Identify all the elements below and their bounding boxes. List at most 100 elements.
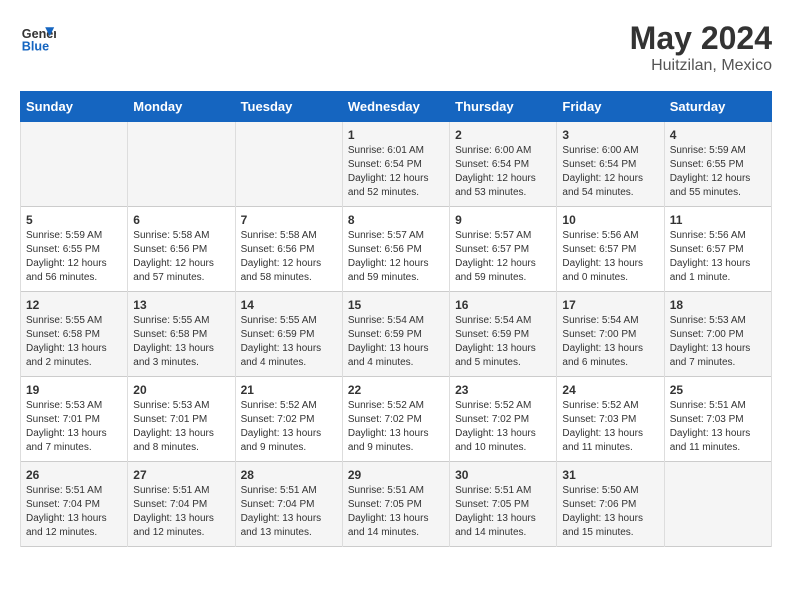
calendar-cell: 26 Sunrise: 5:51 AM Sunset: 7:04 PM Dayli…	[21, 462, 128, 547]
day-content: Sunrise: 5:52 AM Sunset: 7:02 PM Dayligh…	[241, 399, 337, 455]
day-number: 22	[348, 383, 444, 397]
day-number: 11	[670, 213, 766, 227]
day-number: 8	[348, 213, 444, 227]
day-number: 31	[562, 468, 658, 482]
calendar-cell: 3 Sunrise: 6:00 AM Sunset: 6:54 PM Daylig…	[557, 122, 664, 207]
calendar-cell: 15Sunrise: 5:54 AM Sunset: 6:59 PM Dayli…	[342, 292, 449, 377]
day-content: Sunrise: 5:58 AM Sunset: 6:56 PM Dayligh…	[241, 229, 337, 285]
day-content: Sunrise: 5:59 AM Sunset: 6:55 PM Dayligh…	[670, 144, 766, 200]
day-content: Sunrise: 5:51 AM Sunset: 7:04 PM Dayligh…	[241, 484, 337, 540]
day-content: Sunrise: 5:53 AM Sunset: 7:01 PM Dayligh…	[26, 399, 122, 455]
day-number: 17	[562, 298, 658, 312]
day-content: Sunrise: 5:54 AM Sunset: 6:59 PM Dayligh…	[455, 314, 551, 370]
calendar-cell: 27 Sunrise: 5:51 AM Sunset: 7:04 PM Dayli…	[128, 462, 235, 547]
day-content: Sunrise: 5:54 AM Sunset: 7:00 PM Dayligh…	[562, 314, 658, 370]
title-block: May 2024 Huitzilan, Mexico	[630, 20, 772, 75]
calendar-cell: 14Sunrise: 5:55 AM Sunset: 6:59 PM Dayli…	[235, 292, 342, 377]
calendar-cell: 19 Sunrise: 5:53 AM Sunset: 7:01 PM Dayli…	[21, 377, 128, 462]
calendar-cell: 24 Sunrise: 5:52 AM Sunset: 7:03 PM Dayli…	[557, 377, 664, 462]
day-number: 20	[133, 383, 229, 397]
calendar-cell: 22Sunrise: 5:52 AM Sunset: 7:02 PM Dayli…	[342, 377, 449, 462]
logo: General Blue	[20, 20, 56, 56]
day-header-sunday: Sunday	[21, 92, 128, 122]
calendar-cell: 29 Sunrise: 5:51 AM Sunset: 7:05 PM Dayli…	[342, 462, 449, 547]
day-content: Sunrise: 5:51 AM Sunset: 7:05 PM Dayligh…	[455, 484, 551, 540]
calendar-week-3: 12 Sunrise: 5:55 AM Sunset: 6:58 PM Dayli…	[21, 292, 772, 377]
page-header: General Blue May 2024 Huitzilan, Mexico	[20, 20, 772, 75]
calendar-cell: 28 Sunrise: 5:51 AM Sunset: 7:04 PM Dayli…	[235, 462, 342, 547]
calendar-header: SundayMondayTuesdayWednesdayThursdayFrid…	[21, 92, 772, 122]
day-number: 5	[26, 213, 122, 227]
calendar-cell: 10Sunrise: 5:56 AM Sunset: 6:57 PM Dayli…	[557, 207, 664, 292]
day-number: 12	[26, 298, 122, 312]
main-title: May 2024	[630, 20, 772, 57]
subtitle: Huitzilan, Mexico	[630, 57, 772, 75]
day-header-wednesday: Wednesday	[342, 92, 449, 122]
calendar-cell: 7Sunrise: 5:58 AM Sunset: 6:56 PM Daylig…	[235, 207, 342, 292]
day-number: 26	[26, 468, 122, 482]
calendar-cell: 6Sunrise: 5:58 AM Sunset: 6:56 PM Daylig…	[128, 207, 235, 292]
day-number: 29	[348, 468, 444, 482]
logo-icon: General Blue	[20, 20, 56, 56]
calendar-cell: 16 Sunrise: 5:54 AM Sunset: 6:59 PM Dayli…	[450, 292, 557, 377]
calendar-cell: 1 Sunrise: 6:01 AM Sunset: 6:54 PM Daylig…	[342, 122, 449, 207]
calendar-cell: 2 Sunrise: 6:00 AM Sunset: 6:54 PM Daylig…	[450, 122, 557, 207]
day-content: Sunrise: 5:57 AM Sunset: 6:56 PM Dayligh…	[348, 229, 444, 285]
day-content: Sunrise: 5:51 AM Sunset: 7:03 PM Dayligh…	[670, 399, 766, 455]
day-content: Sunrise: 5:55 AM Sunset: 6:58 PM Dayligh…	[133, 314, 229, 370]
calendar-week-4: 19 Sunrise: 5:53 AM Sunset: 7:01 PM Dayli…	[21, 377, 772, 462]
calendar-cell: 11 Sunrise: 5:56 AM Sunset: 6:57 PM Dayli…	[664, 207, 771, 292]
day-number: 2	[455, 128, 551, 142]
day-number: 19	[26, 383, 122, 397]
calendar-cell: 30 Sunrise: 5:51 AM Sunset: 7:05 PM Dayli…	[450, 462, 557, 547]
day-content: Sunrise: 5:50 AM Sunset: 7:06 PM Dayligh…	[562, 484, 658, 540]
day-number: 24	[562, 383, 658, 397]
day-number: 1	[348, 128, 444, 142]
day-number: 16	[455, 298, 551, 312]
calendar-week-5: 26 Sunrise: 5:51 AM Sunset: 7:04 PM Dayli…	[21, 462, 772, 547]
calendar-cell: 25 Sunrise: 5:51 AM Sunset: 7:03 PM Dayli…	[664, 377, 771, 462]
calendar-cell: 4Sunrise: 5:59 AM Sunset: 6:55 PM Daylig…	[664, 122, 771, 207]
calendar-cell: 9Sunrise: 5:57 AM Sunset: 6:57 PM Daylig…	[450, 207, 557, 292]
day-number: 27	[133, 468, 229, 482]
calendar-week-2: 5 Sunrise: 5:59 AM Sunset: 6:55 PM Daylig…	[21, 207, 772, 292]
calendar-cell: 21Sunrise: 5:52 AM Sunset: 7:02 PM Dayli…	[235, 377, 342, 462]
day-header-thursday: Thursday	[450, 92, 557, 122]
day-content: Sunrise: 5:51 AM Sunset: 7:04 PM Dayligh…	[26, 484, 122, 540]
day-number: 25	[670, 383, 766, 397]
day-content: Sunrise: 6:01 AM Sunset: 6:54 PM Dayligh…	[348, 144, 444, 200]
day-content: Sunrise: 5:59 AM Sunset: 6:55 PM Dayligh…	[26, 229, 122, 285]
day-number: 10	[562, 213, 658, 227]
day-content: Sunrise: 5:52 AM Sunset: 7:02 PM Dayligh…	[455, 399, 551, 455]
calendar-cell: 5 Sunrise: 5:59 AM Sunset: 6:55 PM Daylig…	[21, 207, 128, 292]
calendar-cell: 20 Sunrise: 5:53 AM Sunset: 7:01 PM Dayli…	[128, 377, 235, 462]
day-number: 30	[455, 468, 551, 482]
day-number: 13	[133, 298, 229, 312]
calendar-cell: 12 Sunrise: 5:55 AM Sunset: 6:58 PM Dayli…	[21, 292, 128, 377]
calendar-cell: 17 Sunrise: 5:54 AM Sunset: 7:00 PM Dayli…	[557, 292, 664, 377]
day-content: Sunrise: 5:53 AM Sunset: 7:01 PM Dayligh…	[133, 399, 229, 455]
calendar-cell: 31 Sunrise: 5:50 AM Sunset: 7:06 PM Dayli…	[557, 462, 664, 547]
day-content: Sunrise: 5:52 AM Sunset: 7:03 PM Dayligh…	[562, 399, 658, 455]
day-number: 3	[562, 128, 658, 142]
days-header-row: SundayMondayTuesdayWednesdayThursdayFrid…	[21, 92, 772, 122]
day-content: Sunrise: 5:56 AM Sunset: 6:57 PM Dayligh…	[670, 229, 766, 285]
day-content: Sunrise: 6:00 AM Sunset: 6:54 PM Dayligh…	[562, 144, 658, 200]
day-number: 28	[241, 468, 337, 482]
calendar-cell: 8 Sunrise: 5:57 AM Sunset: 6:56 PM Daylig…	[342, 207, 449, 292]
day-number: 23	[455, 383, 551, 397]
day-content: Sunrise: 5:51 AM Sunset: 7:04 PM Dayligh…	[133, 484, 229, 540]
day-number: 6	[133, 213, 229, 227]
day-header-saturday: Saturday	[664, 92, 771, 122]
day-number: 14	[241, 298, 337, 312]
calendar-week-1: 1 Sunrise: 6:01 AM Sunset: 6:54 PM Daylig…	[21, 122, 772, 207]
day-content: Sunrise: 5:51 AM Sunset: 7:05 PM Dayligh…	[348, 484, 444, 540]
day-content: Sunrise: 5:55 AM Sunset: 6:58 PM Dayligh…	[26, 314, 122, 370]
calendar-cell	[128, 122, 235, 207]
calendar-table: SundayMondayTuesdayWednesdayThursdayFrid…	[20, 91, 772, 547]
day-number: 18	[670, 298, 766, 312]
calendar-cell: 13 Sunrise: 5:55 AM Sunset: 6:58 PM Dayli…	[128, 292, 235, 377]
day-header-tuesday: Tuesday	[235, 92, 342, 122]
calendar-cell: 18Sunrise: 5:53 AM Sunset: 7:00 PM Dayli…	[664, 292, 771, 377]
day-content: Sunrise: 6:00 AM Sunset: 6:54 PM Dayligh…	[455, 144, 551, 200]
